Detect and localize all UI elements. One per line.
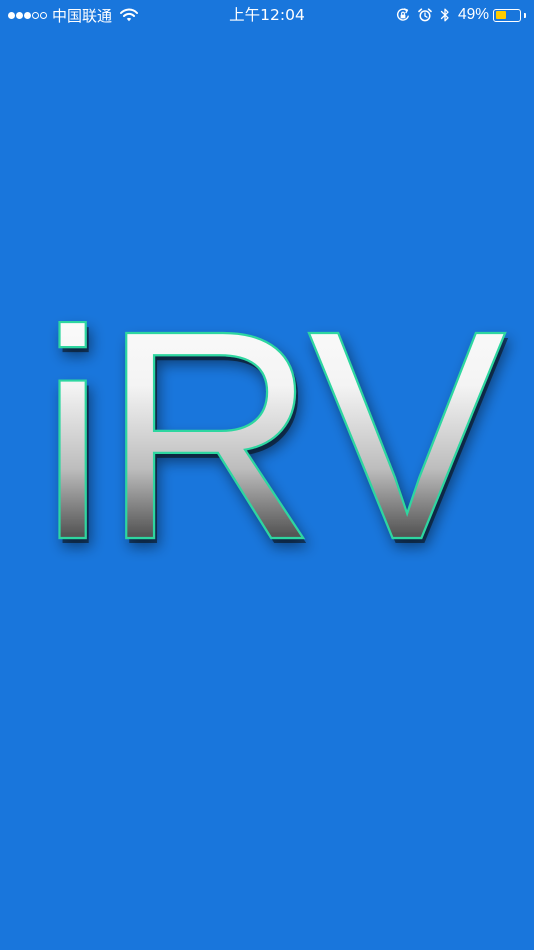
alarm-icon (418, 8, 432, 22)
battery-percent: 49% (457, 6, 489, 23)
bluetooth-icon (440, 8, 449, 22)
battery-tip (524, 12, 526, 18)
status-right: 49% (396, 4, 526, 26)
battery-level-fill (495, 11, 507, 19)
battery-icon (493, 8, 521, 22)
splash-logo: iRV iRV (0, 290, 534, 570)
logo-text: iRV (40, 290, 508, 570)
app-logo-irv: iRV iRV (39, 290, 515, 570)
rotation-lock-icon (396, 8, 409, 21)
status-bar: 中国联通 上午12:04 49% (0, 0, 534, 30)
